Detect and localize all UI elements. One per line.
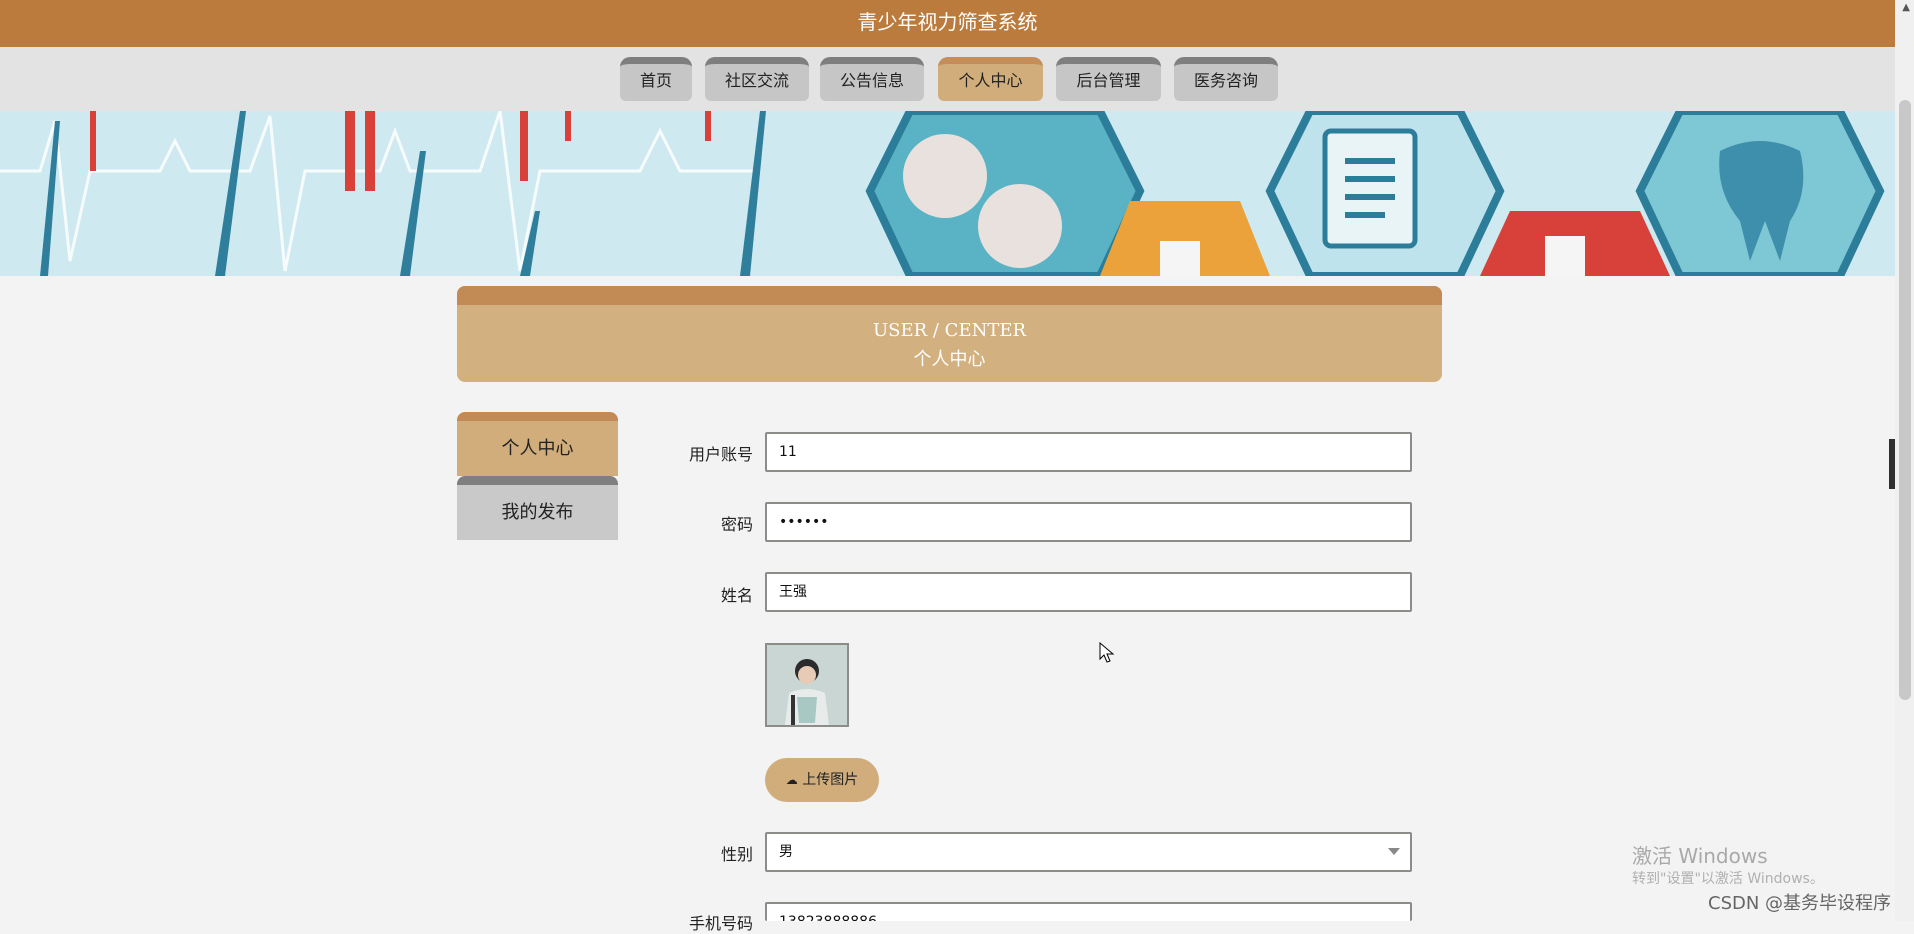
section-header-card: USER / CENTER 个人中心 [457,286,1442,382]
windows-activation-title: 激活 Windows [1632,844,1768,868]
header-strip [457,286,1442,305]
nav-tab-user-center[interactable]: 个人中心 [938,57,1043,101]
password-input[interactable]: •••••• [765,502,1412,542]
nav-tab-community[interactable]: 社区交流 [705,57,809,101]
banner-graphic [0,111,1905,276]
nav-tab-medical-consult[interactable]: 医务咨询 [1174,57,1278,101]
section-title-cn: 个人中心 [913,349,986,370]
gender-label: 性别 [720,845,753,864]
app-title: 青少年视力筛查系统 [857,10,1038,34]
scrollbar-thumb[interactable] [1899,100,1911,700]
password-label: 密码 [720,515,753,534]
csdn-watermark: CSDN @基务毕设程序 [1708,893,1892,914]
phone-input[interactable]: 13823888886 [765,902,1412,921]
gender-selected-value: 男 [779,844,793,860]
account-input[interactable]: 11 [765,432,1412,472]
app-title-bar: 青少年视力筛查系统 [0,0,1895,47]
dropdown-arrow-icon [1388,848,1400,855]
sidebar-item-user-center[interactable]: 个人中心 [457,412,618,476]
scroll-up-arrow-icon[interactable]: ▲ [1902,2,1910,13]
main-nav: 首页 社区交流 公告信息 个人中心 后台管理 医务咨询 [0,47,1895,111]
name-input[interactable]: 王强 [765,572,1412,612]
sidebar-item-my-posts[interactable]: 我的发布 [457,476,618,540]
avatar-photo [767,645,847,725]
upload-image-button[interactable]: ☁ 上传图片 [765,758,879,802]
medical-banner-image [0,111,1905,276]
gender-select[interactable]: 男 [765,832,1412,872]
upload-cloud-icon: ☁ [785,773,798,787]
page-scrollbar[interactable]: ▲ [1895,0,1914,921]
upload-button-label: 上传图片 [802,772,859,788]
avatar-image [765,643,849,727]
nav-tab-home[interactable]: 首页 [620,57,692,101]
section-title-en: USER / CENTER [872,320,1027,341]
mouse-cursor-icon [1099,642,1115,663]
account-label: 用户账号 [688,445,753,464]
windows-activation-hint: 转到"设置"以激活 Windows。 [1632,871,1824,887]
name-label: 姓名 [720,586,753,605]
nav-tab-announcements[interactable]: 公告信息 [820,57,924,101]
nav-tab-admin[interactable]: 后台管理 [1056,57,1161,101]
phone-label: 手机号码 [688,914,753,933]
